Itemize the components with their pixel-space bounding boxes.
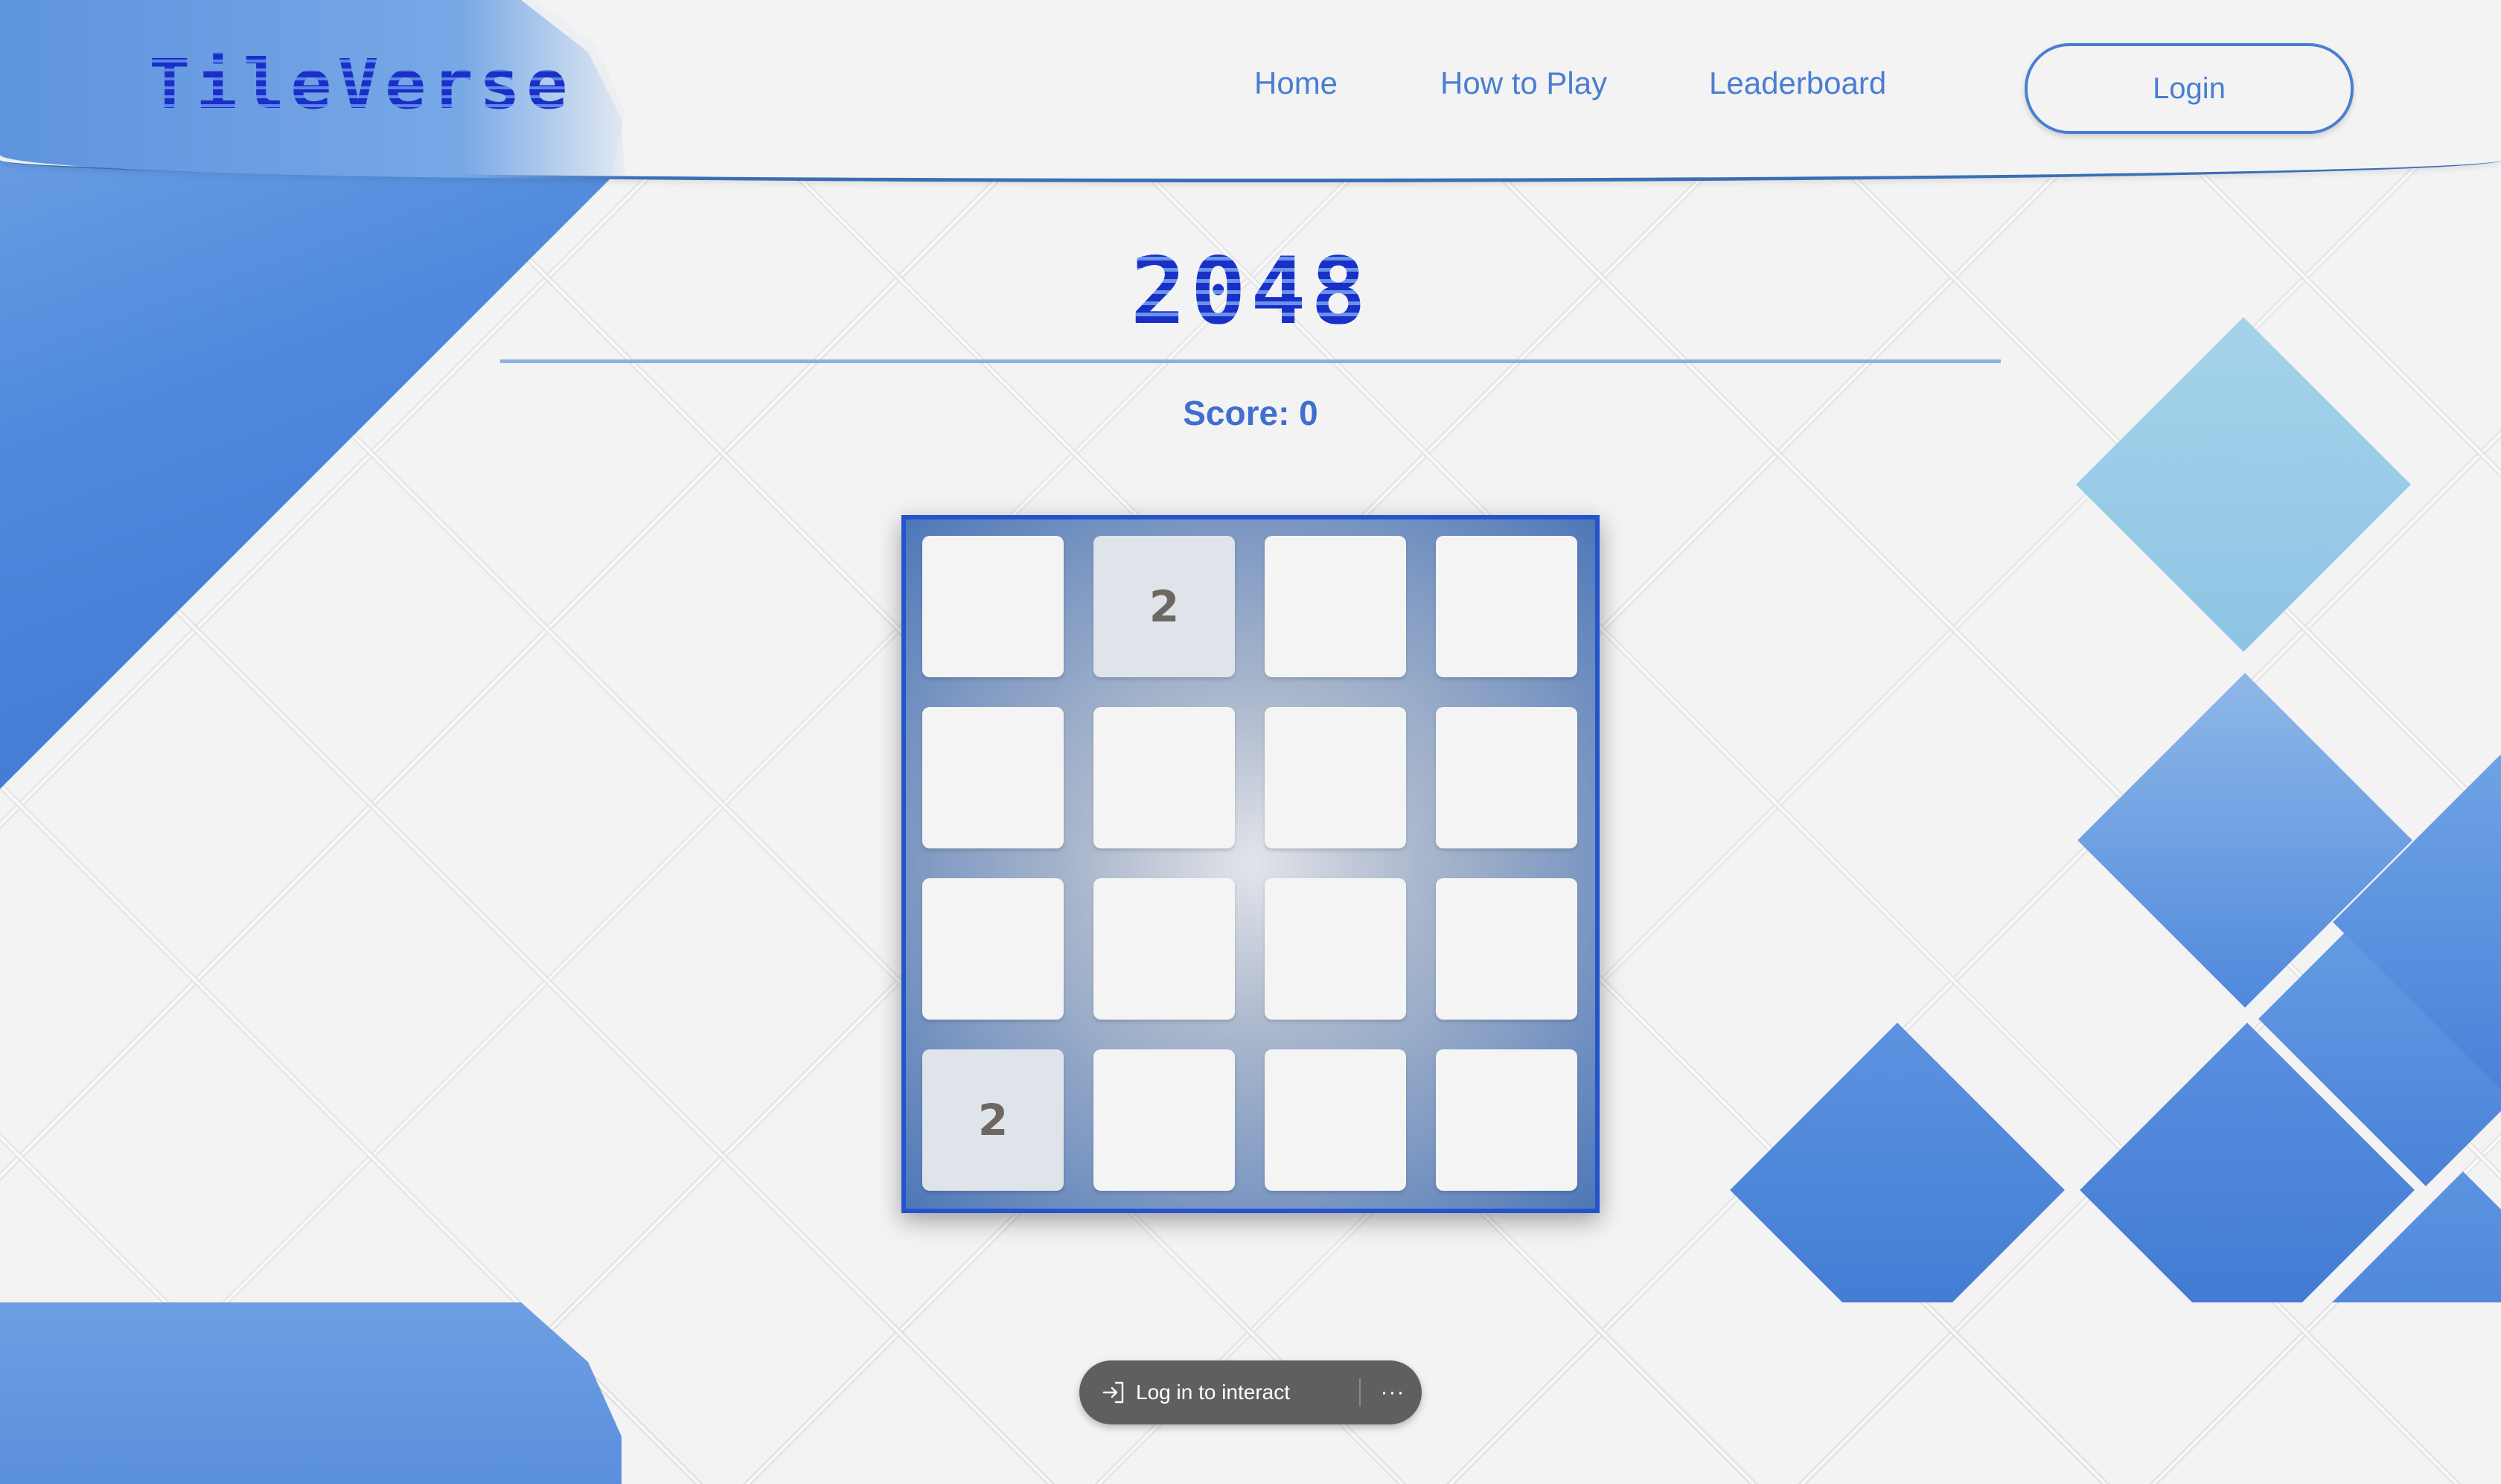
board-tile-r4-c1: 2 — [922, 1049, 1064, 1191]
board-tile-r3-c1 — [922, 878, 1064, 1020]
board-tile-r4-c2 — [1093, 1049, 1235, 1191]
more-dots-icon[interactable]: ··· — [1376, 1374, 1410, 1411]
decor-blue-blob-bottom-left — [0, 1302, 622, 1484]
login-arrow-icon — [1100, 1379, 1127, 1406]
login-toast[interactable]: Log in to interact ··· — [1079, 1360, 1422, 1424]
board-tile-r3-c2 — [1093, 878, 1235, 1020]
board-tile-r1-c3 — [1265, 536, 1406, 677]
board-tile-r1-c1 — [922, 536, 1064, 677]
score-display: Score: 0 — [1027, 393, 1474, 433]
nav-leaderboard-link[interactable]: Leaderboard — [1709, 65, 1886, 101]
board-tile-r1-c2: 2 — [1093, 536, 1235, 677]
decor-tile-light-blue — [2076, 317, 2411, 652]
board-tile-r4-c4 — [1436, 1049, 1577, 1191]
site-logo[interactable]: TileVerse — [149, 45, 574, 124]
score-label: Score: — [1183, 394, 1290, 432]
toast-text: Log in to interact — [1136, 1381, 1291, 1404]
board-tile-r2-c2 — [1093, 707, 1235, 848]
login-button[interactable]: Login — [2025, 43, 2354, 134]
board-tile-r2-c1 — [922, 707, 1064, 848]
toast-separator — [1359, 1378, 1361, 1407]
nav-how-to-play-link[interactable]: How to Play — [1440, 65, 1607, 101]
board-tile-r2-c3 — [1265, 707, 1406, 848]
board-tile-r3-c4 — [1436, 878, 1577, 1020]
page: TileVerse Home How to Play Leaderboard L… — [0, 0, 2501, 1484]
board-tile-r2-c4 — [1436, 707, 1577, 848]
nav-home-link[interactable]: Home — [1254, 65, 1338, 101]
score-value: 0 — [1299, 394, 1318, 432]
top-nav-bar: TileVerse Home How to Play Leaderboard L… — [0, 0, 2501, 182]
board-tile-r1-c4 — [1436, 536, 1577, 677]
title-divider — [500, 359, 2001, 363]
board-tile-r4-c3 — [1265, 1049, 1406, 1191]
game-title: 2048 — [1027, 238, 1474, 345]
game-board[interactable]: 22 — [901, 515, 1600, 1213]
board-tile-r3-c3 — [1265, 878, 1406, 1020]
